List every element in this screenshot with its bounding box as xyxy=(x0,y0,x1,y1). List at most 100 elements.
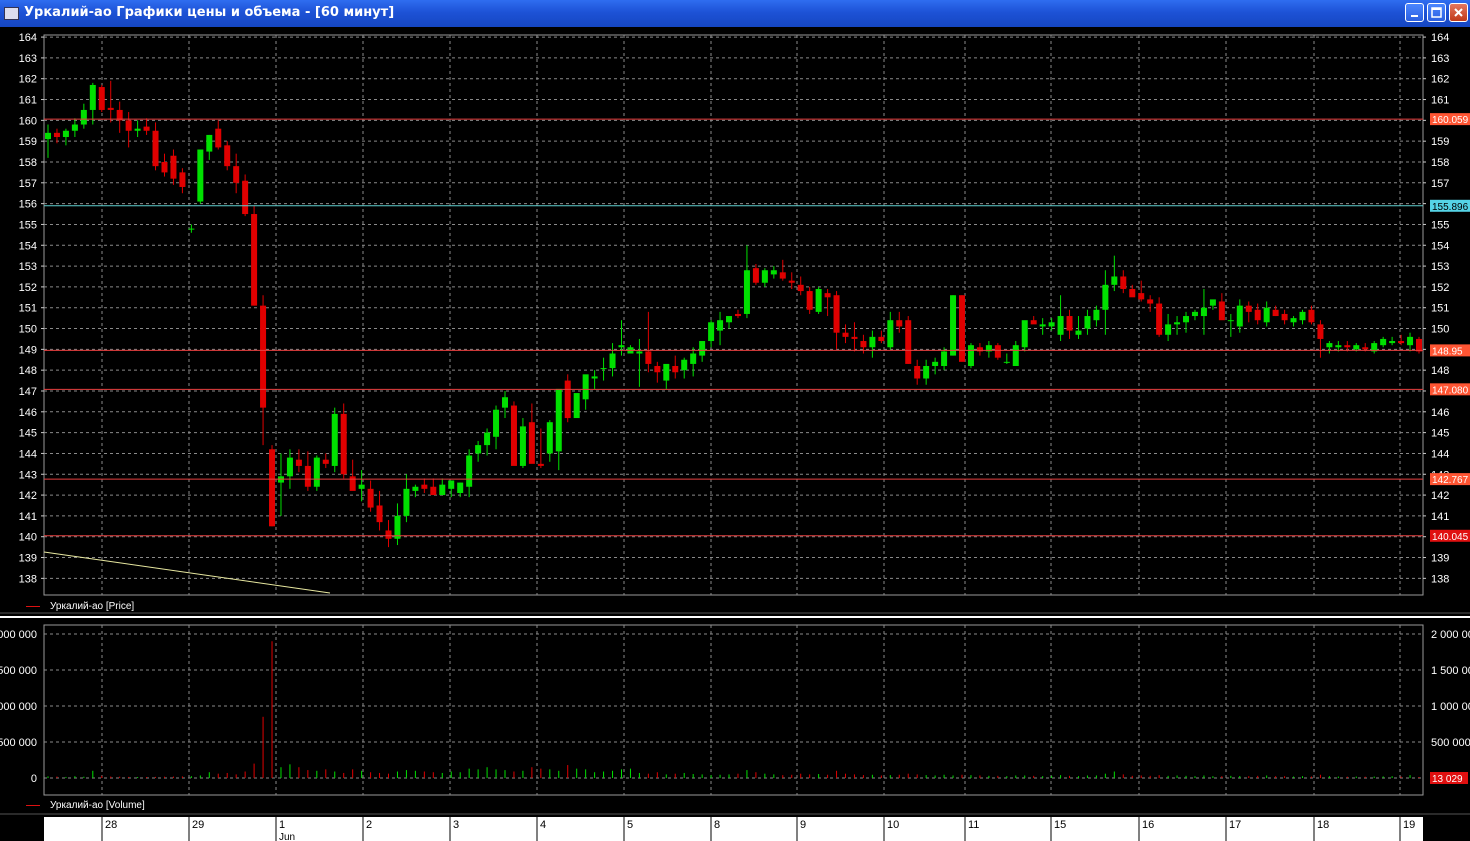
bull-candle xyxy=(475,445,482,454)
left-axis-label: 161 xyxy=(19,95,37,107)
bear-candle xyxy=(1416,338,1422,352)
bull-candle xyxy=(502,397,508,408)
bull-candle xyxy=(358,484,365,489)
bear-candle xyxy=(430,486,437,496)
bull-candle xyxy=(726,316,733,323)
bear-candle xyxy=(959,295,965,362)
bull-candle xyxy=(1299,311,1306,321)
right-axis-label: 145 xyxy=(1431,428,1449,440)
bull-candle xyxy=(743,270,750,314)
bull-candle xyxy=(1407,336,1414,346)
left-axis-label: 146 xyxy=(19,407,37,419)
minimize-icon xyxy=(1411,15,1418,17)
bull-candle xyxy=(1335,345,1342,348)
volume-left-axis-label: 0 xyxy=(31,773,37,785)
price-legend-swatch xyxy=(26,605,40,607)
bull-candle xyxy=(941,351,948,367)
bear-candle xyxy=(53,132,60,138)
bull-candle xyxy=(80,109,87,125)
left-axis-label: 140 xyxy=(19,532,37,544)
bull-candle xyxy=(815,288,822,312)
bear-candle xyxy=(842,332,849,337)
bull-candle xyxy=(1174,322,1181,325)
bull-candle xyxy=(439,484,446,496)
bear-candle xyxy=(143,126,150,131)
price-panel[interactable]: 1381381391391401401411411421421431431441… xyxy=(0,32,1470,618)
right-axis-label: 151 xyxy=(1431,303,1449,315)
time-axis-label: 2 xyxy=(366,819,372,831)
close-icon xyxy=(1454,8,1463,17)
volume-panel[interactable]: 00500 000500 0001 000 0001 000 0001 500 … xyxy=(0,624,1470,815)
bear-candle xyxy=(1362,347,1369,350)
close-button[interactable] xyxy=(1449,3,1468,22)
time-axis-background xyxy=(44,817,1423,841)
bull-candle xyxy=(681,359,688,371)
left-axis-label: 162 xyxy=(19,74,37,86)
bull-candle xyxy=(1102,284,1109,310)
bull-candle xyxy=(134,128,141,131)
price-level-tag-label: 155.896 xyxy=(1432,202,1469,213)
bear-candle xyxy=(295,459,302,466)
bull-candle xyxy=(1048,322,1055,327)
time-axis-label: 28 xyxy=(105,819,117,831)
volume-right-axis-label: 2 000 000 xyxy=(1431,629,1470,641)
right-axis-label: 144 xyxy=(1431,448,1449,460)
bear-candle xyxy=(1344,345,1351,348)
bear-candle xyxy=(860,341,867,348)
bear-candle xyxy=(1030,320,1037,325)
bear-candle xyxy=(905,320,912,364)
bear-candle xyxy=(788,280,795,283)
price-legend: Уркалий-ао [Price] xyxy=(0,601,134,612)
bull-candle xyxy=(591,376,598,379)
bull-candle xyxy=(555,388,562,452)
bull-candle xyxy=(403,488,410,516)
time-axis: 28 29 1 2 3 4 5 8 9 10 11 15 16 17 18 19 Jun xyxy=(44,817,1423,841)
bear-candle xyxy=(510,405,517,466)
bear-candle xyxy=(224,145,231,167)
left-axis-label: 156 xyxy=(19,199,37,211)
bull-candle xyxy=(1003,361,1010,363)
bull-candle xyxy=(1326,343,1333,348)
bear-candle xyxy=(734,313,741,317)
time-axis-label: 15 xyxy=(1054,819,1066,831)
left-axis-label: 155 xyxy=(19,219,37,231)
volume-left-axis-label: 1 000 000 xyxy=(0,701,37,713)
bear-candle xyxy=(179,172,186,187)
bull-candle xyxy=(89,84,96,110)
bear-candle xyxy=(1245,305,1252,312)
bull-candle xyxy=(690,353,697,364)
left-axis-label: 151 xyxy=(19,303,37,315)
bear-candle xyxy=(107,107,114,110)
time-axis-label: 11 xyxy=(968,819,979,831)
bull-candle xyxy=(932,361,939,367)
bull-candle xyxy=(484,432,491,446)
bull-candle xyxy=(1236,305,1243,327)
maximize-button[interactable] xyxy=(1427,3,1446,22)
volume-legend: Уркалий-ао [Volume] xyxy=(0,800,145,811)
chart-area[interactable]: 1381381391391401401411411421421431431441… xyxy=(0,27,1470,841)
bear-candle xyxy=(878,336,885,342)
bear-candle xyxy=(1218,301,1225,321)
bear-candle xyxy=(233,166,240,183)
bear-candle xyxy=(161,161,168,173)
right-axis-label: 142 xyxy=(1431,490,1449,502)
price-level-tag-label: 147.080 xyxy=(1432,385,1469,396)
bull-candle xyxy=(600,368,607,370)
bull-candle xyxy=(770,270,777,275)
bear-candle xyxy=(833,295,840,333)
time-axis-label: 18 xyxy=(1317,819,1329,831)
bear-candle xyxy=(806,291,813,310)
right-axis-label: 153 xyxy=(1431,261,1449,273)
time-axis-label: 8 xyxy=(714,819,720,831)
bull-candle xyxy=(663,363,670,381)
bull-candle xyxy=(1209,299,1216,306)
bull-candle xyxy=(1183,316,1190,323)
time-axis-label: 4 xyxy=(540,819,546,831)
bear-candle xyxy=(1398,341,1405,344)
bull-candle xyxy=(923,366,930,379)
bull-candle xyxy=(761,270,768,283)
minimize-button[interactable] xyxy=(1405,3,1424,22)
time-axis-label: 9 xyxy=(800,819,806,831)
right-axis-label: 141 xyxy=(1431,511,1449,523)
left-axis-label: 145 xyxy=(19,428,37,440)
